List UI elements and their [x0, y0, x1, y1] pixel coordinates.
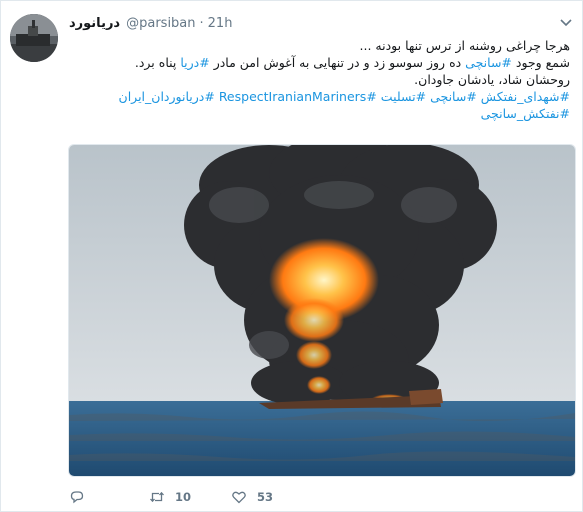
hashtag-link[interactable]: #شهدای_نفتکش — [481, 89, 570, 104]
tweet-text-line: #شهدای_نفتکش #سانچی #تسلیت #RespectIrani… — [70, 88, 570, 105]
hashtag-link[interactable]: #سانچی — [465, 55, 512, 70]
retweet-count: 10 — [175, 490, 192, 504]
tweet-text-segment: هرجا چراغی روشنه از ترس تنها بودنه ... — [359, 38, 570, 53]
reply-button[interactable] — [69, 489, 149, 505]
tweet-header: دریانورد @parsiban · 21h — [69, 13, 549, 33]
tweet-text: هرجا چراغی روشنه از ترس تنها بودنه ... شم… — [70, 37, 570, 122]
heart-icon — [232, 491, 246, 504]
separator-dot: · — [199, 15, 204, 31]
chevron-down-icon[interactable] — [558, 15, 574, 31]
hashtag-link[interactable]: #تسلیت — [381, 89, 426, 104]
like-button[interactable]: 53 — [231, 489, 311, 505]
hashtag-link[interactable]: #سانچی — [430, 89, 477, 104]
author-name[interactable]: دریانورد — [69, 16, 120, 31]
burning-tanker-image — [69, 145, 575, 476]
like-count: 53 — [257, 490, 274, 504]
hashtag-link[interactable]: #RespectIranianMariners — [219, 89, 377, 104]
tweet-text-segment: شمع وجود — [511, 55, 570, 70]
hashtag-link[interactable]: #دریانوردان_ایران — [119, 89, 215, 104]
tweet-text-segment: ده روز سوسو زد و در تنهایی به آغوش امن م… — [209, 55, 466, 70]
hashtag-link[interactable]: #دریا — [180, 55, 209, 70]
retweet-icon — [150, 491, 164, 503]
retweet-button[interactable]: 10 — [149, 489, 231, 505]
tweet-time[interactable]: 21h — [208, 16, 233, 31]
tweet-text-line: هرجا چراغی روشنه از ترس تنها بودنه ... — [70, 37, 570, 54]
avatar-image — [10, 14, 58, 62]
tweet-photo[interactable] — [68, 144, 576, 477]
tweet-text-segment: روحشان شاد، یادشان جاودان. — [414, 72, 570, 87]
avatar[interactable] — [10, 14, 58, 62]
tweet-text-line: شمع وجود #سانچی ده روز سوسو زد و در تنها… — [70, 54, 570, 71]
tweet-text-segment: پناه برد. — [134, 55, 181, 70]
reply-icon — [70, 491, 84, 504]
author-handle[interactable]: @parsiban — [126, 16, 195, 31]
tweet-text-line: #نفتکش_سانچی — [70, 105, 570, 122]
tweet-text-line: روحشان شاد، یادشان جاودان. — [70, 71, 570, 88]
tweet-actions: 10 53 — [69, 487, 369, 507]
tweet-card[interactable]: دریانورد @parsiban · 21h هرجا چراغی روشن… — [0, 0, 583, 512]
hashtag-link[interactable]: #نفتکش_سانچی — [481, 106, 570, 121]
